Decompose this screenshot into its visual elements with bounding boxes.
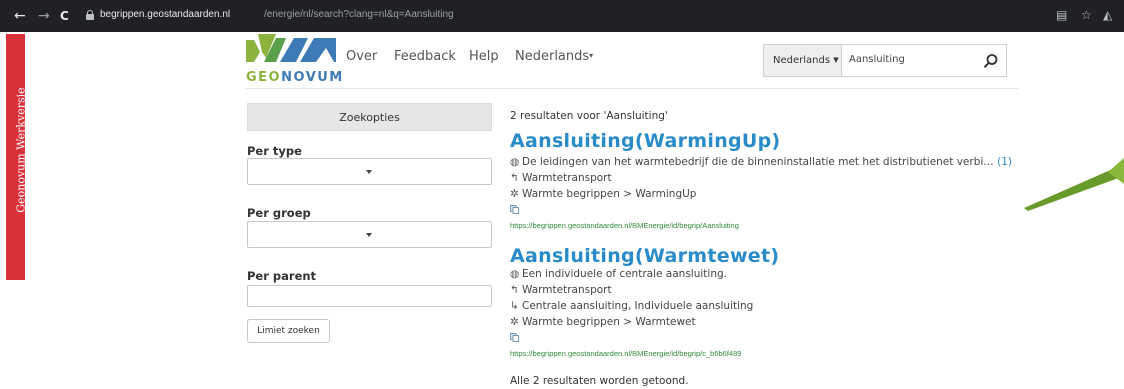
- result-url[interactable]: https://begrippen.geostandaarden.nl/BMEn…: [510, 349, 741, 358]
- nav-language-dropdown[interactable]: Nederlands▾: [515, 49, 593, 64]
- return-arrow-icon: ↰: [510, 284, 519, 296]
- nav-help[interactable]: Help: [469, 49, 499, 64]
- url-path: /energie/nl/search?clang=nl&q=Aansluitin…: [264, 9, 454, 20]
- scheme-icon: ✲: [510, 316, 519, 328]
- chevron-down-icon: ▾: [589, 51, 594, 60]
- lock-icon: [86, 10, 94, 20]
- broader-text[interactable]: Warmtetransport: [522, 172, 612, 184]
- search-bar: Nederlands ▼: [763, 44, 1007, 77]
- url-host: begrippen.geostandaarden.nl: [100, 9, 231, 20]
- per-type-select[interactable]: [247, 158, 492, 185]
- search-language-label: Nederlands: [773, 55, 831, 66]
- reload-icon[interactable]: C: [60, 9, 69, 23]
- per-parent-label: Per parent: [247, 269, 317, 283]
- definition-count-link[interactable]: (1): [997, 156, 1012, 168]
- result-count: 2 resultaten voor 'Aansluiting': [510, 110, 668, 122]
- scheme-icon: ✲: [510, 188, 519, 200]
- nav-feedback[interactable]: Feedback: [394, 49, 456, 64]
- result-broader: ↰ Warmtetransport: [510, 172, 612, 184]
- per-groep-select[interactable]: [247, 221, 492, 248]
- logo-wordmark: GEONOVUM: [246, 70, 344, 85]
- return-arrow-icon: ↰: [510, 172, 519, 184]
- werkversie-label: Geonovum Werkversie: [14, 87, 28, 213]
- result-broader: ↰ Warmtetransport: [510, 284, 612, 296]
- logo-mark-icon: [246, 34, 336, 62]
- search-icon[interactable]: [983, 53, 999, 69]
- result-title-warmingup[interactable]: Aansluiting(WarmingUp): [510, 130, 781, 152]
- result-scheme: ✲ Warmte begrippen > Warmtewet: [510, 316, 696, 328]
- scheme-text[interactable]: Warmte begrippen > WarmingUp: [522, 188, 696, 200]
- globe-icon: ◍: [510, 268, 520, 280]
- broader-text[interactable]: Warmtetransport: [522, 284, 612, 296]
- per-groep-label: Per groep: [247, 206, 311, 220]
- search-input[interactable]: [849, 54, 969, 65]
- translate-icon[interactable]: ▤: [1056, 9, 1067, 21]
- result-narrower: ↳ Centrale aansluiting, Individuele aansl…: [510, 300, 753, 312]
- copy-icon[interactable]: [510, 205, 519, 214]
- nav-over[interactable]: Over: [346, 49, 377, 64]
- back-icon[interactable]: ←: [14, 9, 26, 23]
- definition-text: De leidingen van het warmtebedrijf die d…: [522, 156, 994, 168]
- nav-language-label: Nederlands: [515, 49, 590, 64]
- per-type-label: Per type: [247, 144, 302, 158]
- extension-icon[interactable]: ◭: [1103, 9, 1112, 21]
- forward-icon[interactable]: →: [38, 9, 50, 23]
- copy-icon[interactable]: [510, 333, 519, 342]
- result-definition: ◍ De leidingen van het warmtebedrijf die …: [510, 156, 1012, 168]
- result-title-warmtewet[interactable]: Aansluiting(Warmtewet): [510, 245, 779, 267]
- address-bar[interactable]: begrippen.geostandaarden.nl /energie/nl/…: [84, 6, 1094, 26]
- geonovum-logo[interactable]: GEONOVUM: [246, 34, 342, 85]
- green-pointer-arrow: [1024, 158, 1124, 211]
- header-divider: [246, 88, 1018, 89]
- globe-icon: ◍: [510, 156, 520, 168]
- search-language-button[interactable]: Nederlands ▼: [764, 45, 842, 76]
- narrower-text[interactable]: Centrale aansluiting, Individuele aanslu…: [522, 300, 753, 312]
- caret-down-icon: [366, 170, 372, 174]
- results-footer: Alle 2 resultaten worden getoond.: [510, 375, 689, 387]
- result-url[interactable]: https://begrippen.geostandaarden.nl/BMEn…: [510, 221, 739, 230]
- definition-text: Een individuele of centrale aansluiting.: [522, 268, 727, 280]
- result-definition: ◍ Een individuele of centrale aansluiting…: [510, 268, 727, 280]
- narrower-arrow-icon: ↳: [510, 300, 519, 312]
- per-parent-input[interactable]: [247, 285, 492, 307]
- bookmark-star-icon[interactable]: ☆: [1081, 9, 1092, 21]
- browser-toolbar: ← → C begrippen.geostandaarden.nl /energ…: [0, 0, 1124, 32]
- werkversie-banner: Geonovum Werkversie: [6, 34, 28, 280]
- zoekopties-panel: Zoekopties: [247, 103, 492, 131]
- scheme-text[interactable]: Warmte begrippen > Warmtewet: [522, 316, 696, 328]
- limiet-zoeken-button[interactable]: Limiet zoeken: [247, 319, 330, 343]
- result-scheme: ✲ Warmte begrippen > WarmingUp: [510, 188, 696, 200]
- caret-down-icon: ▼: [833, 56, 839, 64]
- caret-down-icon: [366, 233, 372, 237]
